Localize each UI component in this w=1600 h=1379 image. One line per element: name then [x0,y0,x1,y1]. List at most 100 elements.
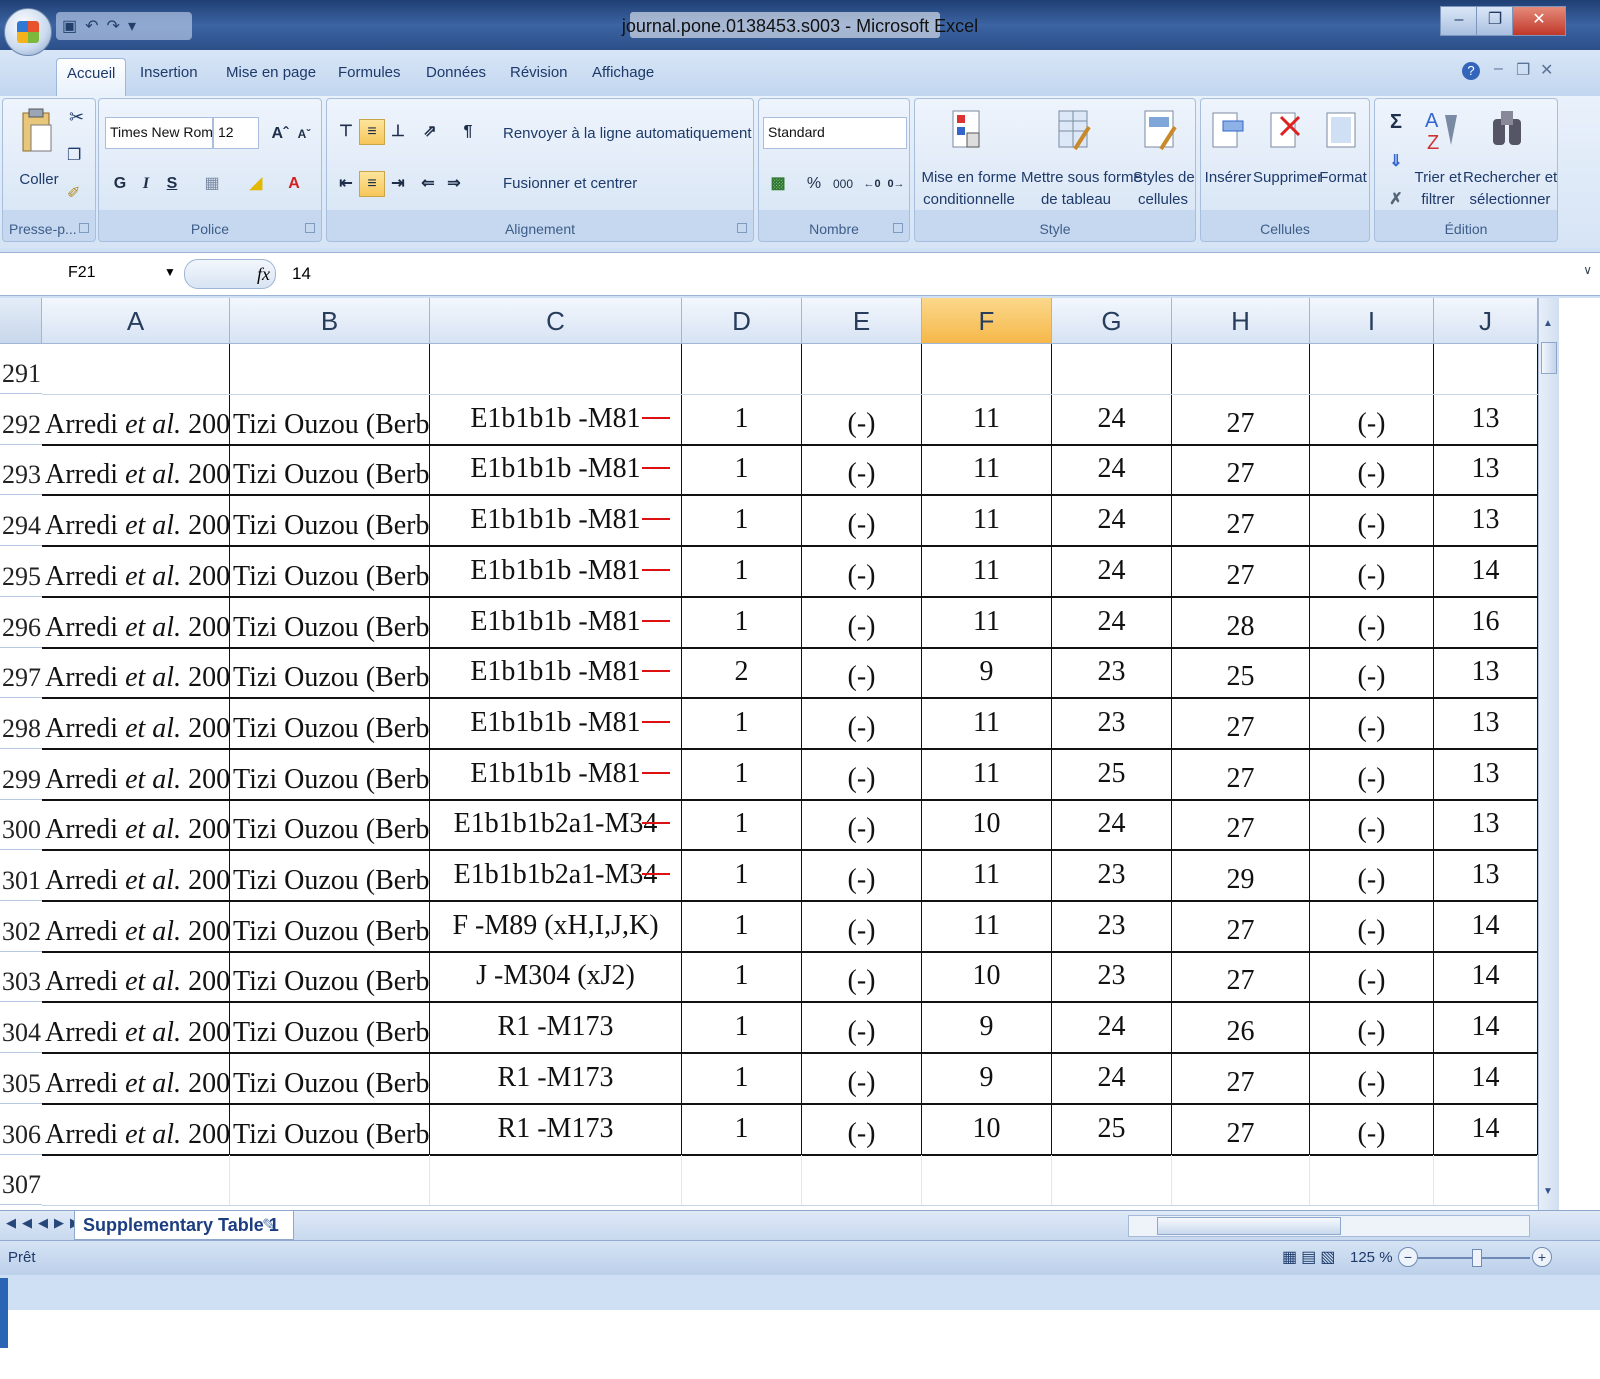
cell-f[interactable]: 11 [922,395,1052,444]
cell-b[interactable]: Tizi Ouzou (Berbers) [230,547,430,596]
cell-j[interactable]: 13 [1434,699,1538,748]
cell-styles-icon[interactable] [1141,107,1179,153]
insert-function-button[interactable]: fx [184,259,276,289]
cell-g[interactable]: 23 [1052,902,1172,951]
redo-icon[interactable]: ↷ [107,16,120,36]
format-as-table-button[interactable]: Mettre sous forme de tableau [1021,167,1142,211]
paragraph-direction-icon[interactable]: ¶ [455,119,481,145]
cell-h[interactable]: 27 [1172,750,1310,799]
cell-i[interactable]: (-) [1310,1003,1434,1052]
cell-e[interactable]: (-) [802,952,922,1001]
view-buttons-icons[interactable]: ▦▤▧ [1282,1247,1339,1267]
cell-a[interactable]: Arredi et al. 2004 [42,902,230,951]
cell-g[interactable]: 24 [1052,445,1172,494]
cell-g[interactable]: 24 [1052,598,1172,647]
cell-d[interactable]: 1 [682,547,802,596]
cell-b[interactable] [230,344,430,394]
shrink-font-icon[interactable]: Aˇ [291,121,317,147]
cell-e[interactable]: (-) [802,496,922,545]
cell-a[interactable]: Arredi et al. 2004 [42,750,230,799]
cell-d[interactable]: 1 [682,699,802,748]
row-header[interactable]: 295 [0,547,42,597]
insert-sheet-icon[interactable]: ✎ [262,1215,275,1235]
customize-qat-icon[interactable]: ▾ [128,16,136,36]
undo-icon[interactable]: ↶ [85,16,98,36]
cell-i[interactable]: (-) [1310,952,1434,1001]
cell-h[interactable]: 27 [1172,395,1310,444]
cell-i[interactable]: (-) [1310,1054,1434,1103]
align-bottom-icon[interactable]: ⊥ [385,119,411,145]
cell-c[interactable]: R1 -M173 [430,1054,682,1103]
vertical-scroll-thumb[interactable] [1541,342,1557,374]
cell-j[interactable]: 13 [1434,395,1538,444]
row-header[interactable]: 301 [0,851,42,901]
help-icon[interactable]: ? [1462,62,1480,80]
cell-g[interactable] [1052,344,1172,394]
cell-h[interactable]: 27 [1172,902,1310,951]
format-cells-icon[interactable] [1323,107,1361,153]
cell-i[interactable]: (-) [1310,547,1434,596]
cell-a[interactable]: Arredi et al. 2004 [42,395,230,444]
column-header-d[interactable]: D [682,298,802,344]
cell-b[interactable]: Tizi Ouzou (Berbers) [230,800,430,849]
number-format-select[interactable]: Standard [763,117,907,149]
cell-h[interactable]: 27 [1172,445,1310,494]
cell-c[interactable]: R1 -M173 [430,1003,682,1052]
delete-button[interactable]: Supprimer [1253,167,1322,189]
close-button[interactable]: ✕ [1512,6,1566,36]
orientation-icon[interactable]: ⇗ [417,119,443,145]
conditional-format-button[interactable]: Mise en forme conditionnelle [919,167,1019,211]
cell-b[interactable]: Tizi Ouzou (Berbers) [230,902,430,951]
cell-e[interactable]: (-) [802,1054,922,1103]
cell-e[interactable]: (-) [802,598,922,647]
cell-c[interactable]: E1b1b1b -M81 [430,547,682,596]
cell-c[interactable]: R1 -M173 [430,1105,682,1154]
cell-j[interactable]: 14 [1434,1003,1538,1052]
row-header[interactable]: 303 [0,952,42,1002]
cell-h[interactable]: 26 [1172,1003,1310,1052]
cell-j[interactable]: 14 [1434,547,1538,596]
cell-f[interactable]: 11 [922,851,1052,900]
conditional-format-icon[interactable] [949,107,987,153]
sort-filter-button[interactable]: Trier et filtrer [1413,167,1463,211]
cell-d[interactable]: 1 [682,952,802,1001]
workbook-close-icon[interactable]: ✕ [1540,60,1553,80]
zoom-out-icon[interactable]: − [1398,1247,1418,1267]
cell-h[interactable]: 25 [1172,648,1310,697]
cell-d[interactable]: 1 [682,598,802,647]
cell-b[interactable]: Tizi Ouzou (Berbers) [230,1003,430,1052]
minimize-button[interactable]: – [1440,6,1478,36]
align-center-icon[interactable]: ≡ [359,171,385,197]
cell-i[interactable]: (-) [1310,1105,1434,1154]
tab-accueil[interactable]: Accueil [56,58,127,96]
horizontal-scrollbar[interactable] [1128,1215,1530,1237]
cell-c[interactable]: E1b1b1b -M81 [430,395,682,444]
sort-filter-icon[interactable]: AZ [1421,105,1459,151]
cell-b[interactable]: Tizi Ouzou (Berbers) [230,496,430,545]
find-select-button[interactable]: Rechercher et sélectionner [1463,167,1557,211]
cell-j[interactable]: 13 [1434,800,1538,849]
scroll-down-icon[interactable]: ▼ [1541,1186,1555,1202]
cell-j[interactable]: 13 [1434,648,1538,697]
cell-e[interactable]: (-) [802,1003,922,1052]
cell-b[interactable] [230,1155,430,1205]
cell-e[interactable]: (-) [802,1105,922,1154]
cell-f[interactable]: 11 [922,699,1052,748]
cell-e[interactable]: (-) [802,800,922,849]
cell-j[interactable] [1434,1155,1538,1205]
italic-button[interactable]: I [133,171,159,197]
cell-i[interactable]: (-) [1310,496,1434,545]
cell-i[interactable]: (-) [1310,445,1434,494]
name-box-dropdown-icon[interactable]: ▼ [164,265,176,279]
cell-d[interactable]: 2 [682,648,802,697]
font-size-field[interactable]: 12 [213,117,259,149]
cell-f[interactable]: 9 [922,1003,1052,1052]
row-header[interactable]: 300 [0,800,42,850]
clear-icon[interactable]: ✗ [1383,187,1409,213]
cell-h[interactable]: 28 [1172,598,1310,647]
tab-affichage[interactable]: Affichage [592,64,654,81]
cell-g[interactable]: 24 [1052,395,1172,444]
cell-b[interactable]: Tizi Ouzou (Berbers) [230,648,430,697]
cell-f[interactable] [922,1155,1052,1205]
cell-j[interactable]: 14 [1434,952,1538,1001]
